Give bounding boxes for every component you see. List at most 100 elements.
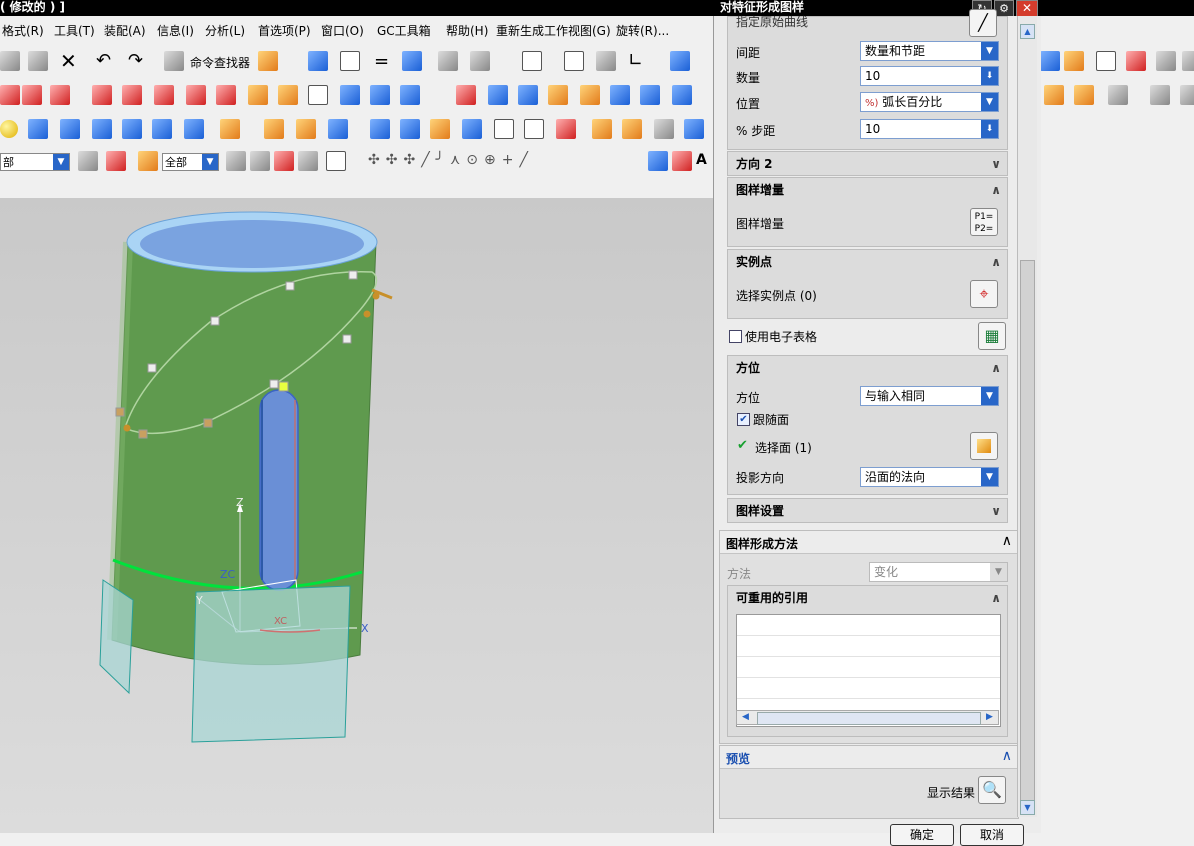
draft-icon[interactable] xyxy=(654,119,674,139)
chamfer-icon[interactable] xyxy=(592,119,612,139)
menu-tools[interactable]: 工具(T) xyxy=(54,22,95,39)
surface-tool-5-icon[interactable] xyxy=(370,85,390,105)
curve-tool-3-icon[interactable] xyxy=(50,85,70,105)
dialog-close-button[interactable]: ✕ xyxy=(1016,0,1038,17)
curve-tool-6-icon[interactable] xyxy=(154,85,174,105)
offset-icon[interactable] xyxy=(494,119,514,139)
snap-points-icon[interactable]: ✣✣✣╱╯⋏⊙⊕+╱ xyxy=(368,152,534,168)
spline-icon[interactable] xyxy=(1156,51,1176,71)
curve-tool-5-icon[interactable] xyxy=(122,85,142,105)
trim-icon[interactable] xyxy=(1126,51,1146,71)
curve-tool-1-icon[interactable] xyxy=(0,85,20,105)
hole-icon[interactable] xyxy=(122,119,142,139)
select-3-icon[interactable] xyxy=(274,151,294,171)
surface-tool-3-icon[interactable] xyxy=(308,85,328,105)
method-select[interactable]: 变化 ▼ xyxy=(869,562,1008,582)
rect-select-icon[interactable] xyxy=(326,151,346,171)
info-object-icon[interactable] xyxy=(470,51,490,71)
select-face-button[interactable] xyxy=(970,432,998,460)
scope-filter-select[interactable]: 全部 ▼ xyxy=(162,153,219,171)
equal-icon[interactable]: = xyxy=(374,51,389,72)
menu-info[interactable]: 信息(I) xyxy=(157,22,194,39)
scroll-left-icon[interactable]: ◀ xyxy=(738,711,753,724)
menu-gc-toolbox[interactable]: GC工具箱 xyxy=(377,22,431,39)
chevron-up-icon[interactable]: ∧ xyxy=(991,356,1001,380)
layer-icon[interactable] xyxy=(138,151,158,171)
more-icon[interactable] xyxy=(1182,51,1194,71)
curve-tool-8-icon[interactable] xyxy=(216,85,236,105)
extract-icon[interactable] xyxy=(400,119,420,139)
chevron-up-icon[interactable]: ∧ xyxy=(1002,533,1012,549)
paste-icon[interactable] xyxy=(28,51,48,71)
chevron-up-icon[interactable]: ∧ xyxy=(1002,748,1012,764)
surface-tool-1-icon[interactable] xyxy=(248,85,268,105)
menu-assembly[interactable]: 装配(A) xyxy=(104,22,146,39)
section-pattern-settings[interactable]: 图样设置 ∨ xyxy=(727,498,1008,523)
surface-tool-14-icon[interactable] xyxy=(672,85,692,105)
crosshair-icon[interactable]: ⌖ xyxy=(970,280,998,308)
curve-tool-7-icon[interactable] xyxy=(186,85,206,105)
delete-icon[interactable]: ✕ xyxy=(60,50,77,72)
wcs-icon[interactable]: ∟ xyxy=(628,50,643,71)
count-input[interactable]: 10 ⬇ xyxy=(860,66,999,86)
surface-tool-11-icon[interactable] xyxy=(580,85,600,105)
chevron-up-icon[interactable]: ∧ xyxy=(991,178,1001,202)
cylinder-icon[interactable] xyxy=(60,119,80,139)
scroll-thumb[interactable] xyxy=(757,712,981,725)
redo-icon[interactable]: ↷ xyxy=(128,50,143,71)
orientation-select[interactable]: 与输入相同 ▼ xyxy=(860,386,999,406)
surface-tool-6-icon[interactable] xyxy=(400,85,420,105)
edit-surface-1-icon[interactable] xyxy=(1044,85,1064,105)
menu-regenerate-view[interactable]: 重新生成工作视图(G) xyxy=(496,22,611,39)
menu-window[interactable]: 窗口(O) xyxy=(321,22,364,39)
surface-tool-9-icon[interactable] xyxy=(518,85,538,105)
chevron-up-icon[interactable]: ∧ xyxy=(991,250,1001,274)
chevron-up-icon[interactable]: ∧ xyxy=(991,586,1001,610)
ok-button[interactable]: 确定 xyxy=(890,824,954,846)
graphics-viewport[interactable]: Z ZC Y X XC xyxy=(0,198,713,833)
annotation-icon[interactable]: A xyxy=(696,152,707,168)
menu-format[interactable]: 格式(R) xyxy=(2,22,44,39)
sphere-icon[interactable] xyxy=(0,120,18,138)
section-direction-2[interactable]: 方向 2 ∨ xyxy=(727,151,1008,176)
surface-tool-10-icon[interactable] xyxy=(548,85,568,105)
curve-tool-4-icon[interactable] xyxy=(92,85,112,105)
edit-surface-3-icon[interactable] xyxy=(1108,85,1128,105)
dialog-settings-button[interactable]: ⚙ xyxy=(994,0,1014,17)
command-finder-button[interactable]: 命令查找器 xyxy=(190,54,250,71)
trim-body-icon[interactable] xyxy=(556,119,576,139)
cube-view-icon[interactable] xyxy=(670,51,690,71)
select-4-icon[interactable] xyxy=(298,151,318,171)
pattern-feature-icon[interactable] xyxy=(328,119,348,139)
type-filter-select[interactable]: 部 ▼ xyxy=(0,153,70,171)
select-2-icon[interactable] xyxy=(250,151,270,171)
edit-surface-2-icon[interactable] xyxy=(1074,85,1094,105)
thicken-icon[interactable] xyxy=(524,119,544,139)
menu-analysis[interactable]: 分析(L) xyxy=(205,22,245,39)
mirror-icon[interactable] xyxy=(370,119,390,139)
filter-icon[interactable] xyxy=(78,151,98,171)
list-horizontal-scrollbar[interactable]: ◀ ▶ xyxy=(736,710,999,725)
pad-icon[interactable] xyxy=(220,119,240,139)
increment-button[interactable]: P1= P2= xyxy=(970,208,998,236)
sew-icon[interactable] xyxy=(430,119,450,139)
wizard-icon[interactable] xyxy=(258,51,278,71)
cone-icon[interactable] xyxy=(92,119,112,139)
edit-surface-5-icon[interactable] xyxy=(1180,85,1194,105)
patch-icon[interactable] xyxy=(462,119,482,139)
sheet-icon[interactable] xyxy=(1040,51,1060,71)
scroll-down-icon[interactable]: ▼ xyxy=(1020,800,1035,815)
surface-tool-12-icon[interactable] xyxy=(610,85,630,105)
panel-scroll-thumb[interactable] xyxy=(1020,260,1035,802)
select-1-icon[interactable] xyxy=(226,151,246,171)
cancel-button[interactable]: 取消 xyxy=(960,824,1024,846)
offset-surface-icon[interactable] xyxy=(1096,51,1116,71)
render-style-icon[interactable] xyxy=(596,51,616,71)
expression-icon[interactable] xyxy=(402,51,422,71)
fit-view-icon[interactable] xyxy=(522,51,542,71)
step-input[interactable]: 10 ⬇ xyxy=(860,119,999,139)
info-icon[interactable] xyxy=(438,51,458,71)
pocket-icon[interactable] xyxy=(184,119,204,139)
copy-icon[interactable] xyxy=(0,51,20,71)
surface-tool-13-icon[interactable] xyxy=(640,85,660,105)
